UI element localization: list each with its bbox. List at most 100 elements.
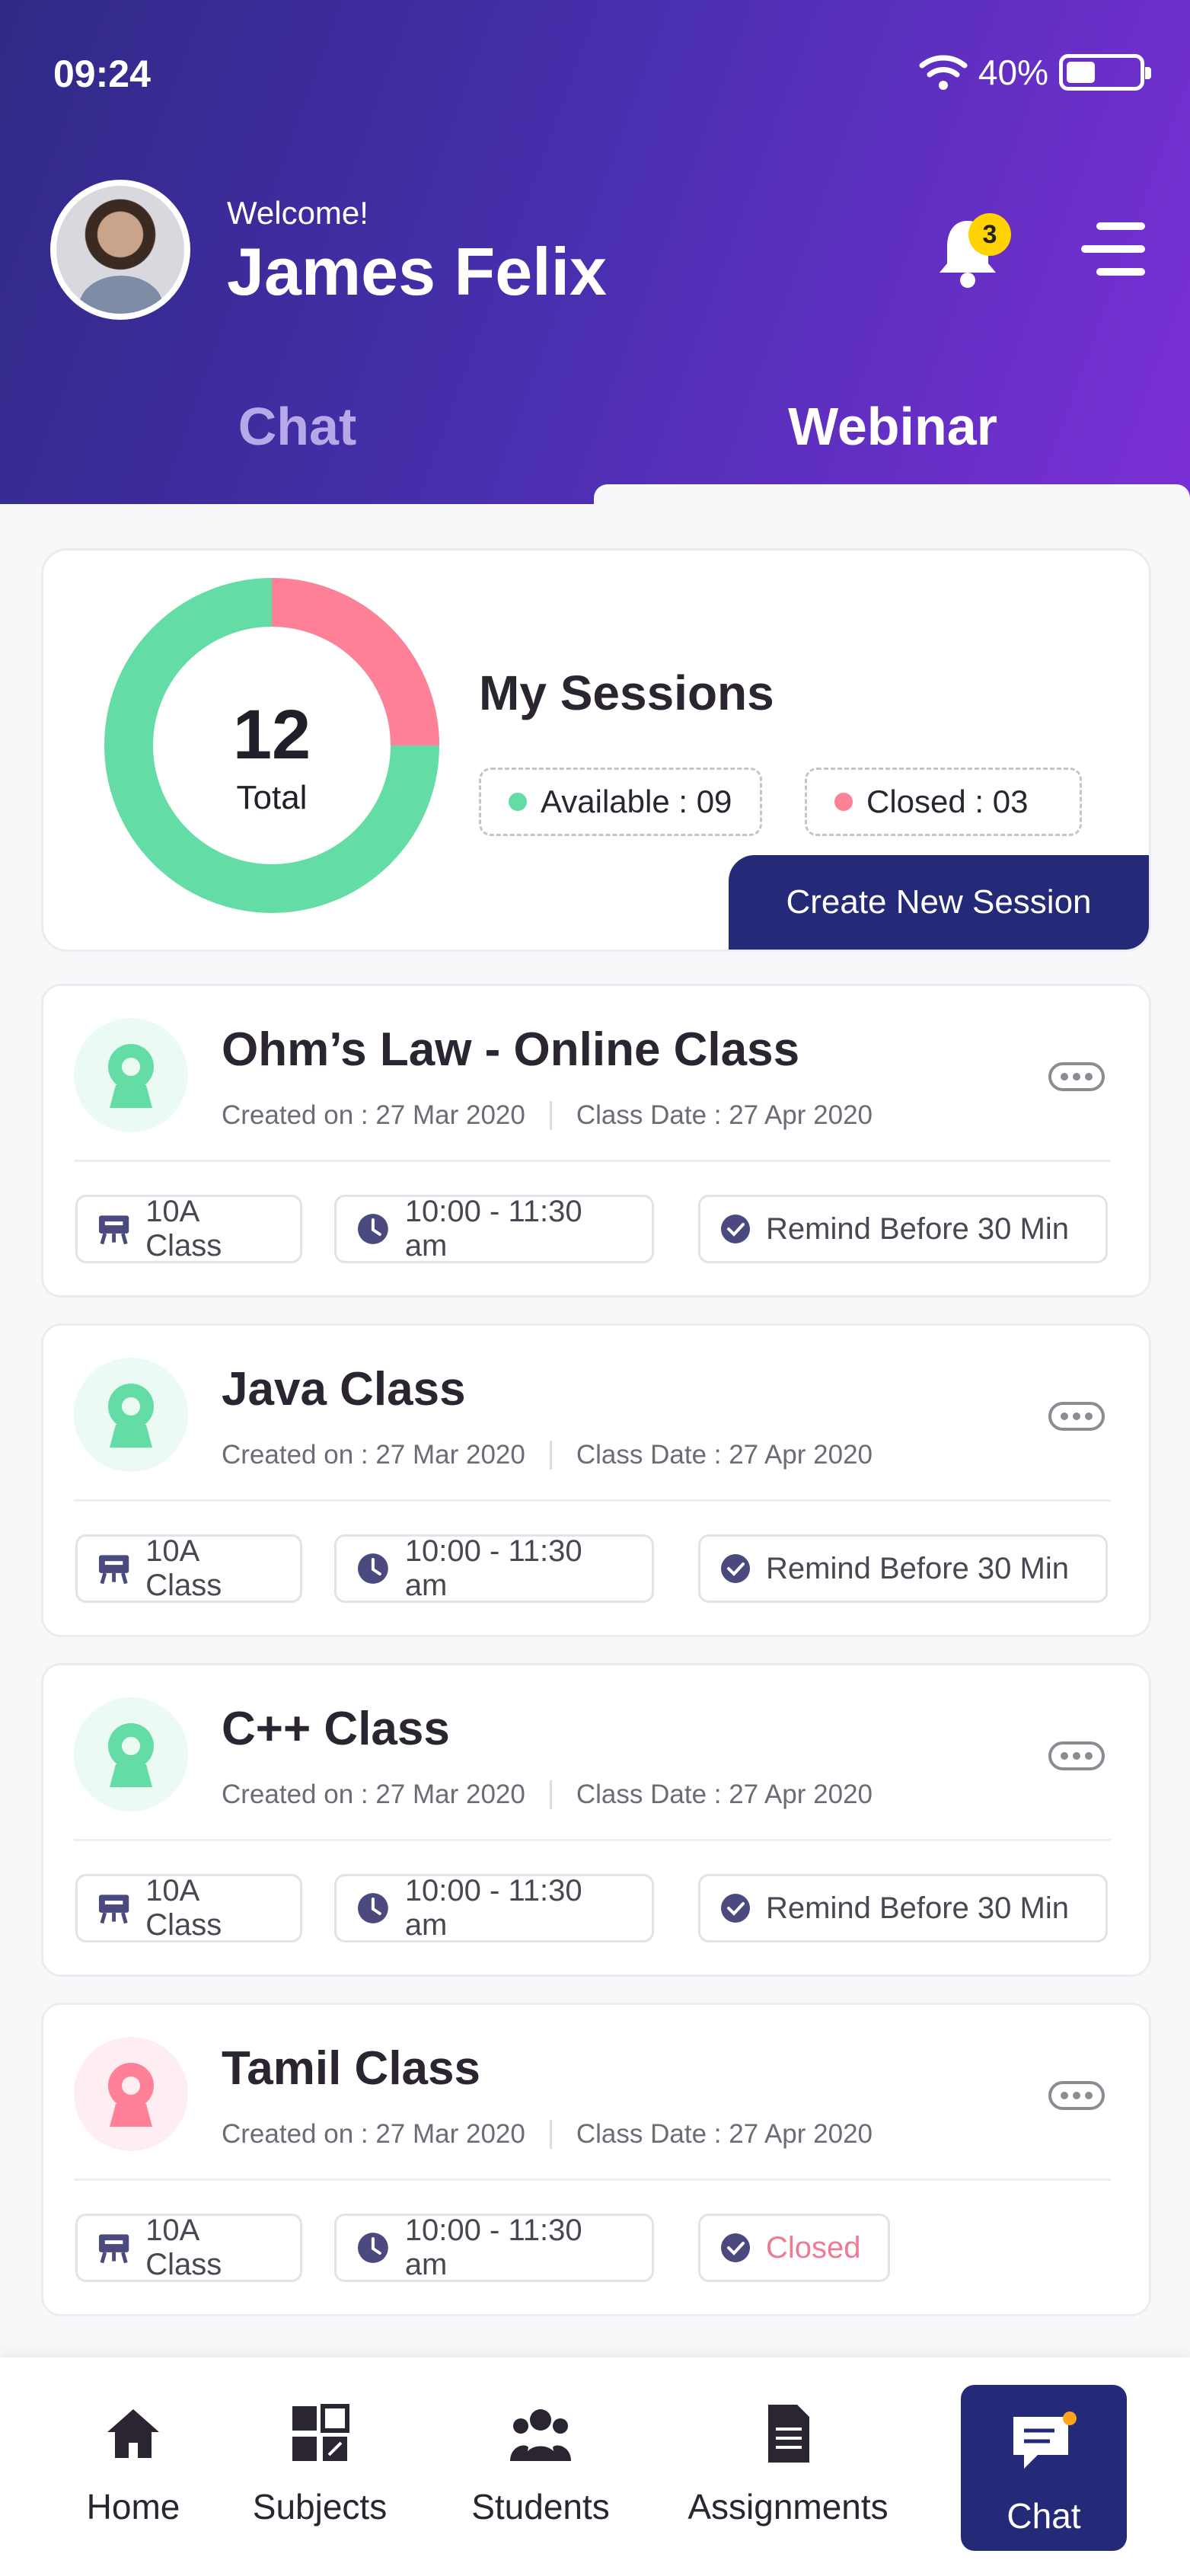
card-divider	[74, 1839, 1111, 1841]
check-circle-icon	[721, 1215, 750, 1243]
session-card[interactable]: Java Class Created on : 27 Mar 2020 Clas…	[41, 1323, 1151, 1637]
classroom-board-icon	[98, 1215, 129, 1245]
nav-chat[interactable]: Chat	[961, 2385, 1127, 2551]
students-icon	[510, 2409, 571, 2461]
tab-webinar[interactable]: Webinar	[595, 396, 1190, 457]
clock-icon	[357, 1893, 388, 1923]
create-new-session-button[interactable]: Create New Session	[729, 855, 1149, 950]
closed-dot-icon	[834, 793, 853, 811]
closed-label: Closed : 03	[866, 784, 1029, 819]
class-label: 10A Class	[145, 1874, 222, 1942]
class-date: Class Date : 27 Apr 2020	[576, 1780, 873, 1809]
session-card[interactable]: Tamil Class Created on : 27 Mar 2020 Cla…	[41, 2003, 1151, 2316]
reminder-chip: Remind Before 30 Min	[698, 1195, 1108, 1263]
sessions-total-label: Total	[236, 779, 308, 816]
reminder-chip: Remind Before 30 Min	[698, 1534, 1108, 1603]
sessions-total: 12	[232, 696, 311, 774]
class-label: 10A Class	[145, 1534, 222, 1602]
time-label: 10:00 - 11:30 am	[404, 1534, 582, 1602]
classroom-board-icon	[98, 1894, 129, 1924]
available-dot-icon	[509, 793, 527, 811]
check-circle-icon	[721, 2233, 750, 2262]
nav-home[interactable]: Home	[76, 2403, 190, 2527]
webcam-icon	[74, 1018, 188, 1132]
wifi-icon	[919, 55, 968, 90]
nav-students-label: Students	[471, 2487, 610, 2527]
classroom-board-icon	[98, 1555, 129, 1585]
bottom-nav: Home Subjects Students Assignments Chat	[0, 2357, 1190, 2576]
session-card[interactable]: Ohm’s Law - Online Class Created on : 27…	[41, 984, 1151, 1298]
class-date: Class Date : 27 Apr 2020	[576, 1100, 873, 1130]
session-meta: Created on : 27 Mar 2020 Class Date : 27…	[222, 1780, 873, 1810]
session-title: Java Class	[222, 1363, 466, 1416]
home-icon	[107, 2409, 159, 2458]
nav-students[interactable]: Students	[457, 2403, 624, 2527]
card-divider	[74, 1160, 1111, 1162]
created-date: Created on : 27 Mar 2020	[222, 1100, 525, 1130]
active-tab-indicator	[594, 484, 1190, 515]
class-chip: 10A Class	[75, 1874, 302, 1942]
nav-chat-label: Chat	[1007, 2496, 1081, 2536]
closed-count-pill: Closed : 03	[805, 768, 1082, 836]
welcome-text: Welcome!	[227, 195, 368, 231]
webcam-icon	[74, 1697, 188, 1811]
class-date: Class Date : 27 Apr 2020	[576, 2119, 873, 2149]
card-divider	[74, 2179, 1111, 2181]
available-count-pill: Available : 09	[479, 768, 762, 836]
closed-status-chip: Closed	[698, 2214, 890, 2282]
time-chip: 10:00 - 11:30 am	[334, 1874, 654, 1942]
more-options-icon[interactable]	[1048, 1402, 1105, 1431]
webcam-icon	[74, 2037, 188, 2151]
status-time: 09:24	[53, 53, 151, 95]
reminder-label: Remind Before 30 Min	[766, 1211, 1069, 1246]
time-chip: 10:00 - 11:30 am	[334, 2214, 654, 2282]
webcam-icon	[74, 1358, 188, 1472]
clock-icon	[357, 1553, 388, 1584]
class-label: 10A Class	[145, 2214, 222, 2281]
reminder-label: Remind Before 30 Min	[766, 1891, 1069, 1925]
reminder-label: Remind Before 30 Min	[766, 1551, 1069, 1585]
session-card[interactable]: C++ Class Created on : 27 Mar 2020 Class…	[41, 1663, 1151, 1977]
class-chip: 10A Class	[75, 1195, 302, 1263]
battery-percent: 40%	[978, 53, 1048, 92]
time-chip: 10:00 - 11:30 am	[334, 1534, 654, 1603]
session-meta: Created on : 27 Mar 2020 Class Date : 27…	[222, 1440, 873, 1470]
time-label: 10:00 - 11:30 am	[404, 1874, 582, 1942]
more-options-icon[interactable]	[1048, 1062, 1105, 1091]
nav-assignments[interactable]: Assignments	[678, 2403, 898, 2527]
menu-icon[interactable]	[1081, 222, 1145, 276]
session-title: Ohm’s Law - Online Class	[222, 1023, 800, 1076]
time-label: 10:00 - 11:30 am	[404, 2214, 582, 2281]
nav-home-label: Home	[86, 2487, 180, 2527]
more-options-icon[interactable]	[1048, 2081, 1105, 2110]
more-options-icon[interactable]	[1048, 1741, 1105, 1770]
webinar-screen: 09:24 40% Welcome! James Felix 3 Chat We…	[0, 0, 1190, 2576]
avatar[interactable]	[50, 180, 190, 320]
assignments-icon	[768, 2405, 809, 2463]
chat-icon	[1013, 2412, 1077, 2469]
nav-subjects-label: Subjects	[252, 2487, 388, 2527]
created-date: Created on : 27 Mar 2020	[222, 1780, 525, 1809]
subjects-icon	[292, 2404, 349, 2461]
session-title: C++ Class	[222, 1703, 450, 1755]
clock-icon	[357, 1214, 388, 1244]
class-chip: 10A Class	[75, 2214, 302, 2282]
class-date: Class Date : 27 Apr 2020	[576, 1440, 873, 1470]
check-circle-icon	[721, 1554, 750, 1583]
notification-badge: 3	[968, 213, 1011, 256]
nav-subjects[interactable]: Subjects	[244, 2403, 396, 2527]
check-circle-icon	[721, 1894, 750, 1923]
header: 09:24 40% Welcome! James Felix 3 Chat We…	[0, 0, 1190, 504]
tab-chat[interactable]: Chat	[0, 396, 595, 457]
sessions-title: My Sessions	[479, 666, 774, 720]
created-date: Created on : 27 Mar 2020	[222, 2119, 525, 2149]
time-label: 10:00 - 11:30 am	[404, 1195, 582, 1262]
user-name: James Felix	[227, 234, 607, 309]
class-label: 10A Class	[145, 1195, 222, 1262]
classroom-board-icon	[98, 2234, 129, 2264]
session-title: Tamil Class	[222, 2042, 481, 2095]
reminder-chip: Remind Before 30 Min	[698, 1874, 1108, 1942]
time-chip: 10:00 - 11:30 am	[334, 1195, 654, 1263]
battery-icon	[1059, 54, 1151, 91]
status-indicators: 40%	[919, 52, 1151, 93]
